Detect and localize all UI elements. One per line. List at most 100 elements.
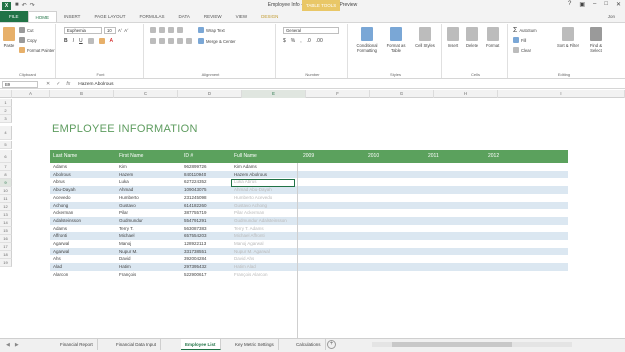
tab-review[interactable]: REVIEW <box>197 11 229 22</box>
full-name-cell[interactable]: Ahmad Abu-Dayah <box>231 186 272 194</box>
full-name-cell[interactable]: Pilar Ackerman <box>231 209 264 217</box>
help-icon[interactable]: ? <box>568 1 571 8</box>
header-full-name[interactable]: Full Name <box>231 150 257 163</box>
delete-button[interactable]: Delete <box>466 27 478 48</box>
copy-button[interactable]: Copy <box>19 37 37 43</box>
full-name-cell[interactable]: Humberto Acevedo <box>231 194 272 202</box>
column-header[interactable]: G <box>370 90 434 98</box>
horizontal-scrollbar[interactable] <box>372 342 572 347</box>
font-color-icon[interactable]: A <box>110 38 113 44</box>
format-as-table-button[interactable]: Format as Table <box>383 27 409 53</box>
last-name-cell[interactable]: Adams <box>50 163 67 171</box>
header-first-name[interactable]: First Name <box>116 150 143 163</box>
id-cell[interactable]: 563087383 <box>181 225 207 233</box>
row-header[interactable]: 19 <box>0 259 12 267</box>
row-header[interactable]: 17 <box>0 243 12 251</box>
formula-input[interactable]: Hazem Abolrous <box>78 82 113 87</box>
row-header[interactable]: 11 <box>0 195 12 203</box>
first-name-cell[interactable]: Ahmad <box>116 186 133 194</box>
row-header[interactable]: 16 <box>0 235 12 243</box>
ribbon-display-icon[interactable]: ▣ <box>579 1 585 8</box>
id-cell[interactable]: 109043075 <box>181 186 207 194</box>
id-cell[interactable]: 331738551 <box>181 248 207 256</box>
header-last-name[interactable]: Last Name <box>50 150 77 163</box>
column-header[interactable]: B <box>50 90 114 98</box>
id-cell[interactable]: 297395432 <box>181 263 207 271</box>
row-header[interactable]: 13 <box>0 211 12 219</box>
column-header[interactable]: I <box>498 90 625 98</box>
tab-page-layout[interactable]: PAGE LAYOUT <box>87 11 132 22</box>
add-sheet-icon[interactable]: + <box>327 340 336 349</box>
row-header[interactable]: 6 <box>0 150 12 163</box>
first-name-cell[interactable]: Gustavo <box>116 202 136 210</box>
comma-icon[interactable]: , <box>300 38 301 44</box>
format-painter-button[interactable]: Format Painter <box>19 47 55 53</box>
row-header[interactable]: 1 <box>0 99 12 107</box>
last-name-cell[interactable]: Abu-Dayah <box>50 186 76 194</box>
sheet-tab-key-metric-settings[interactable]: Key Metric Settings <box>231 339 279 350</box>
scrollbar-thumb[interactable] <box>392 342 512 347</box>
full-name-cell[interactable]: Gudmundur Adalsteinsson <box>231 217 287 225</box>
scroll-right-icon[interactable]: ▶ <box>15 342 19 348</box>
name-box[interactable]: B9 <box>2 80 38 88</box>
row-header[interactable]: 2 <box>0 107 12 115</box>
decrease-decimal-icon[interactable]: .00 <box>316 38 323 44</box>
align-right-icon[interactable] <box>168 38 174 44</box>
header-2010[interactable]: 2010 <box>365 150 379 163</box>
first-name-cell[interactable]: Gudmundur <box>116 217 143 225</box>
align-bottom-icon[interactable] <box>168 27 174 33</box>
tab-design[interactable]: DESIGN <box>254 11 285 22</box>
id-cell[interactable]: 614182260 <box>181 202 207 210</box>
full-name-cell[interactable]: Hazem Abolrous <box>231 171 267 179</box>
format-button[interactable]: Format <box>486 27 499 48</box>
first-name-cell[interactable]: Pilar <box>116 209 128 217</box>
find-select-button[interactable]: Find & Select <box>584 27 608 53</box>
clear-button[interactable]: Clear <box>513 47 531 53</box>
tab-file[interactable]: FILE <box>0 11 28 22</box>
last-name-cell[interactable]: Alad <box>50 263 62 271</box>
header-2012[interactable]: 2012 <box>485 150 499 163</box>
header-2009[interactable]: 2009 <box>300 150 314 163</box>
last-name-cell[interactable]: Agarwal <box>50 248 69 256</box>
fill-button[interactable]: Fill <box>513 37 526 43</box>
last-name-cell[interactable]: Alarcon <box>50 271 68 279</box>
italic-icon[interactable]: I <box>73 38 74 44</box>
row-header[interactable]: 15 <box>0 227 12 235</box>
bold-icon[interactable]: B <box>64 38 68 44</box>
row-header[interactable]: 9 <box>0 179 12 187</box>
insert-function-icon[interactable]: fx <box>66 81 70 87</box>
full-name-cell[interactable]: Kim Adams <box>231 163 257 171</box>
sheet-tab-employee-list[interactable]: Employee List <box>181 339 221 350</box>
font-name-select[interactable]: Euphemia <box>64 27 102 34</box>
increase-decimal-icon[interactable]: .0 <box>307 38 311 44</box>
row-header[interactable]: 7 <box>0 163 12 171</box>
last-name-cell[interactable]: Abrus <box>50 178 65 186</box>
last-name-cell[interactable]: Achong <box>50 202 68 210</box>
increase-indent-icon[interactable] <box>186 38 192 44</box>
last-name-cell[interactable]: Acevedo <box>50 194 71 202</box>
autosum-button[interactable]: Σ AutoSum <box>513 27 537 34</box>
first-name-cell[interactable]: Kim <box>116 163 127 171</box>
id-cell[interactable]: 128922113 <box>181 240 206 248</box>
borders-icon[interactable] <box>87 38 94 44</box>
sheet-tab-financial-data-input[interactable]: Financial Data Input <box>112 339 162 350</box>
column-header[interactable]: C <box>114 90 178 98</box>
currency-icon[interactable]: $ <box>283 38 286 44</box>
cell-styles-button[interactable]: Cell Styles <box>412 27 438 48</box>
select-all-corner[interactable] <box>0 90 12 98</box>
id-cell[interactable]: 962899726 <box>181 163 207 171</box>
last-name-cell[interactable]: Abolrous <box>50 171 71 179</box>
first-name-cell[interactable]: Nupur M. <box>116 248 138 256</box>
grow-font-icon[interactable]: Aˆ <box>118 28 122 33</box>
row-header[interactable]: 10 <box>0 187 12 195</box>
tab-insert[interactable]: INSERT <box>57 11 87 22</box>
align-top-icon[interactable] <box>150 27 156 33</box>
last-name-cell[interactable]: Affronti <box>50 232 67 240</box>
full-name-cell[interactable]: François Alarcon <box>231 271 268 279</box>
first-name-cell[interactable]: David <box>116 255 131 263</box>
id-cell[interactable]: 627224352 <box>181 178 207 186</box>
row-header[interactable]: 12 <box>0 203 12 211</box>
row-header[interactable]: 18 <box>0 251 12 259</box>
full-name-cell[interactable]: Michael Affronti <box>231 232 265 240</box>
sheet-tab-calculations[interactable]: Calculations <box>292 339 326 350</box>
